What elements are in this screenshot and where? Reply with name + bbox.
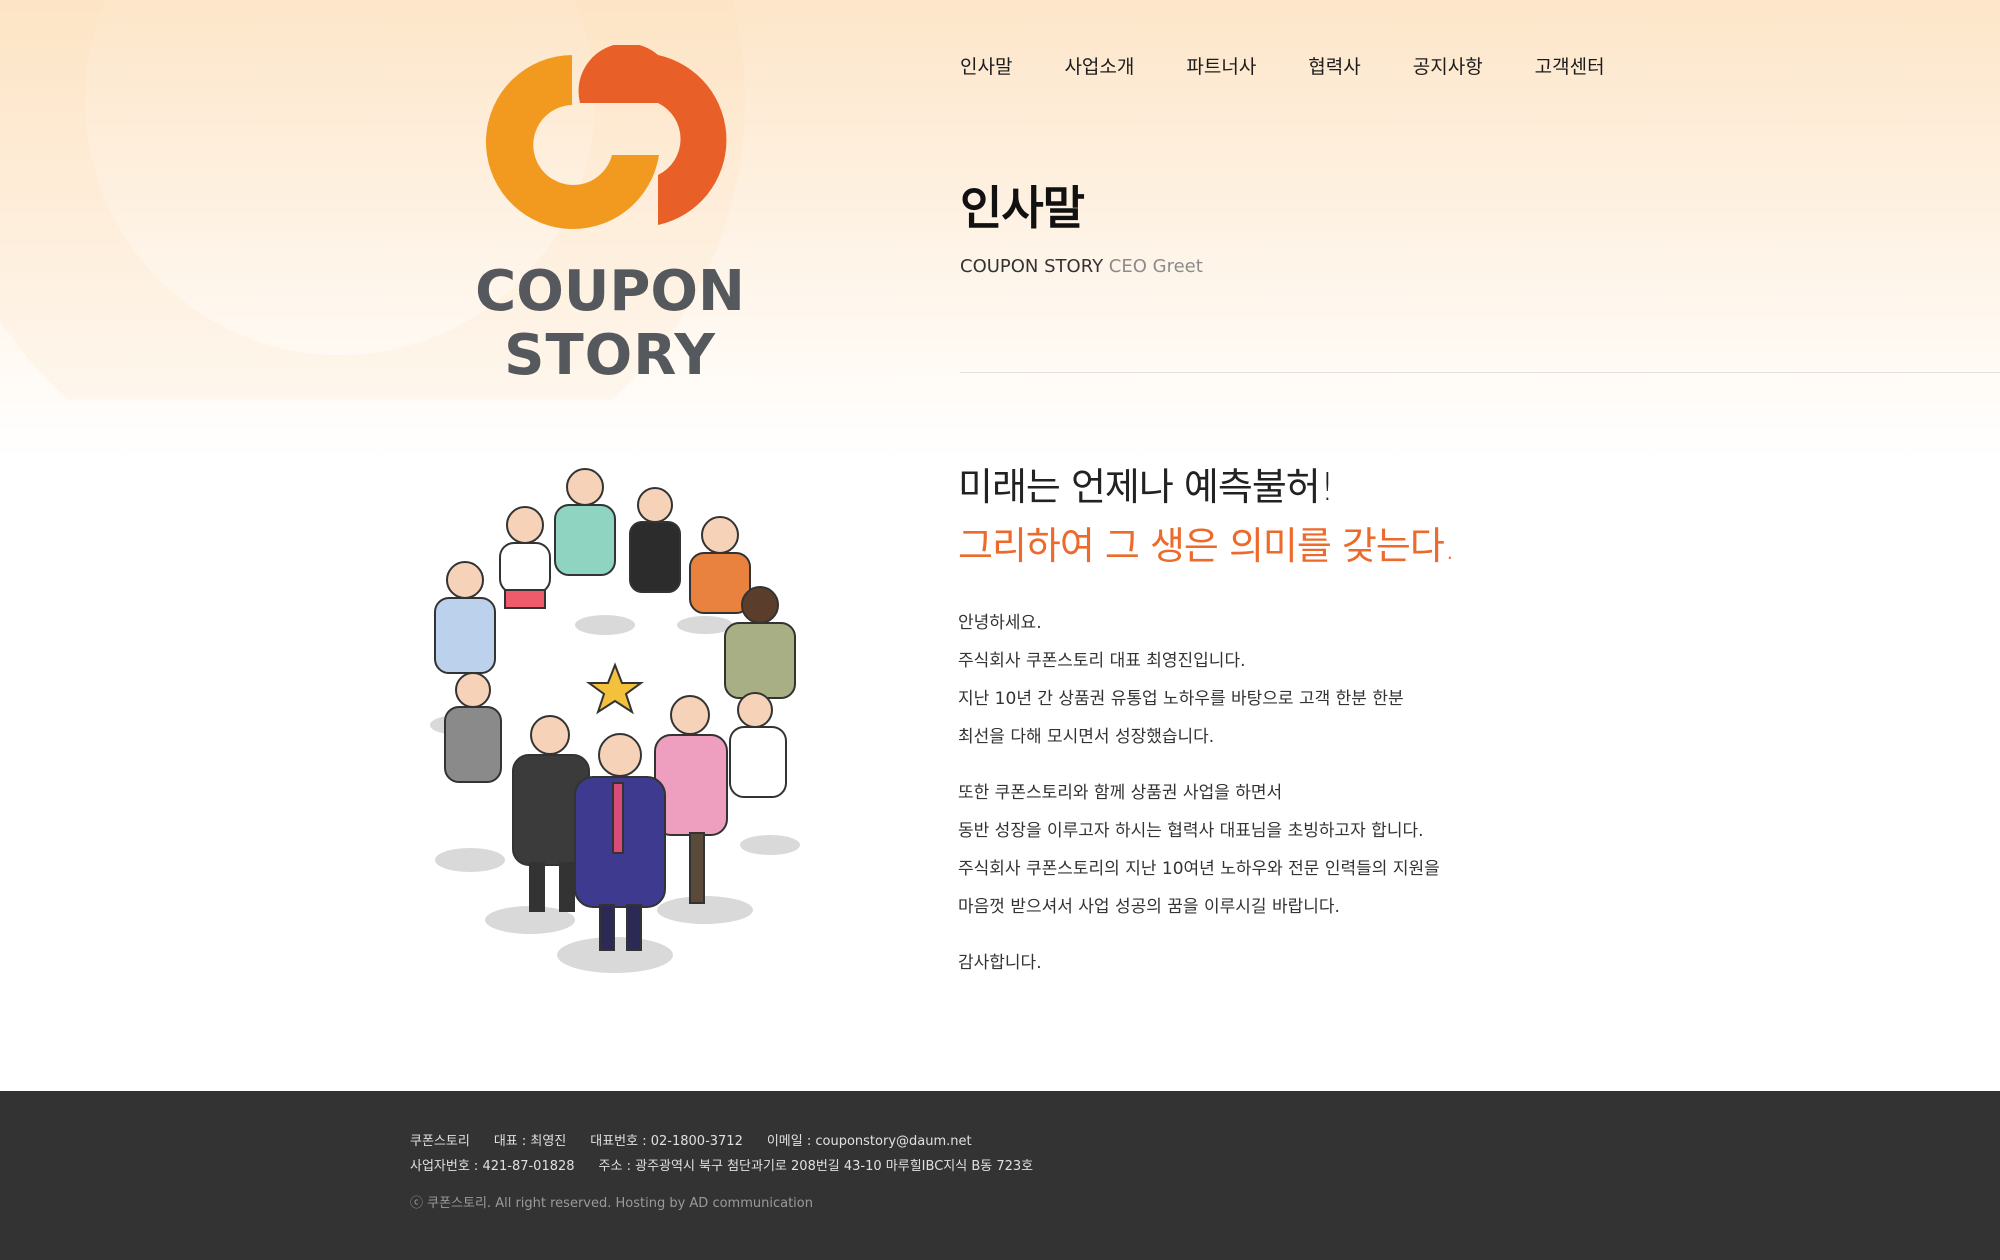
footer-ceo: 대표 : 최영진	[493, 1134, 567, 1149]
footer-row-3: ⓒ 쿠폰스토리. All right reserved. Hosting by …	[410, 1192, 813, 1211]
message-line: 안녕하세요.	[958, 613, 1042, 633]
footer-address: 주소 : 광주광역시 북구 첨단과기로 208번길 43-10 마루힐IBC지식…	[598, 1159, 1034, 1174]
closing-line: 감사합니다.	[958, 953, 1042, 973]
logo-wordmark: COUPON STORY	[470, 260, 750, 388]
nav-item-notice[interactable]: 공지사항	[1413, 52, 1483, 79]
message-line: 주식회사 쿠폰스토리 대표 최영진입니다.	[958, 651, 1246, 671]
footer-row-1: 쿠폰스토리 대표 : 최영진 대표번호 : 02-1800-3712 이메일 :…	[410, 1130, 972, 1149]
team-illustration	[430, 468, 800, 973]
main-nav: 인사말 사업소개 파트너사 협력사 공지사항 고객센터	[960, 52, 1605, 79]
logo-line2: STORY	[504, 323, 716, 388]
footer-email[interactable]: 이메일 : couponstory@daum.net	[767, 1130, 972, 1149]
message-line: 마음껏 받으셔서 사업 성공의 꿈을 이루시길 바랍니다.	[958, 897, 1340, 917]
message-closing: 감사합니다.	[958, 944, 1042, 982]
logo-mark-icon	[485, 45, 727, 229]
footer-row-2: 사업자번호 : 421-87-01828 주소 : 광주광역시 북구 첨단과기로…	[410, 1155, 1033, 1174]
message-line: 동반 성장을 이루고자 하시는 협력사 대표님을 초빙하고자 합니다.	[958, 821, 1424, 841]
footer-phone: 대표번호 : 02-1800-3712	[590, 1134, 743, 1149]
star-icon	[585, 662, 645, 715]
page-title: 인사말	[960, 181, 1085, 235]
footer-biz-no: 사업자번호 : 421-87-01828	[410, 1159, 575, 1174]
message-line: 또한 쿠폰스토리와 함께 상품권 사업을 하면서	[958, 783, 1283, 803]
message-line: 주식회사 쿠폰스토리의 지난 10여년 노하우와 전문 인력들의 지원을	[958, 859, 1440, 879]
site-footer: 쿠폰스토리 대표 : 최영진 대표번호 : 02-1800-3712 이메일 :…	[0, 1091, 2000, 1260]
message-line: 지난 10년 간 상품권 유통업 노하우를 바탕으로 고객 한분 한분	[958, 689, 1404, 709]
company-logo[interactable]: COUPON STORY	[470, 45, 750, 388]
message-paragraph-2: 또한 쿠폰스토리와 함께 상품권 사업을 하면서 동반 성장을 이루고자 하시는…	[958, 774, 1440, 926]
message-line: 최선을 다해 모시면서 성장했습니다.	[958, 727, 1215, 747]
nav-item-cooperators[interactable]: 협력사	[1308, 52, 1360, 79]
message-headline: 미래는 언제나 예측불허!	[958, 465, 1335, 509]
nav-item-partners[interactable]: 파트너사	[1186, 52, 1256, 79]
nav-item-support[interactable]: 고객센터	[1535, 52, 1605, 79]
subtitle-main: COUPON STORY	[960, 256, 1104, 277]
nav-item-business[interactable]: 사업소개	[1064, 52, 1134, 79]
subtitle-accent: CEO Greet	[1108, 256, 1203, 277]
footer-copyright: ⓒ 쿠폰스토리. All right reserved. Hosting by …	[410, 1196, 813, 1211]
footer-company: 쿠폰스토리	[410, 1134, 470, 1149]
page-subtitle: COUPON STORY CEO Greet	[960, 256, 1203, 277]
message-headline-accent: 그리하여 그 생은 의미를 갖는다.	[958, 524, 1456, 568]
logo-line1: COUPON	[475, 259, 745, 324]
nav-item-greeting[interactable]: 인사말	[960, 52, 1012, 79]
message-paragraph-1: 안녕하세요. 주식회사 쿠폰스토리 대표 최영진입니다. 지난 10년 간 상품…	[958, 604, 1404, 756]
title-divider	[960, 372, 2000, 373]
